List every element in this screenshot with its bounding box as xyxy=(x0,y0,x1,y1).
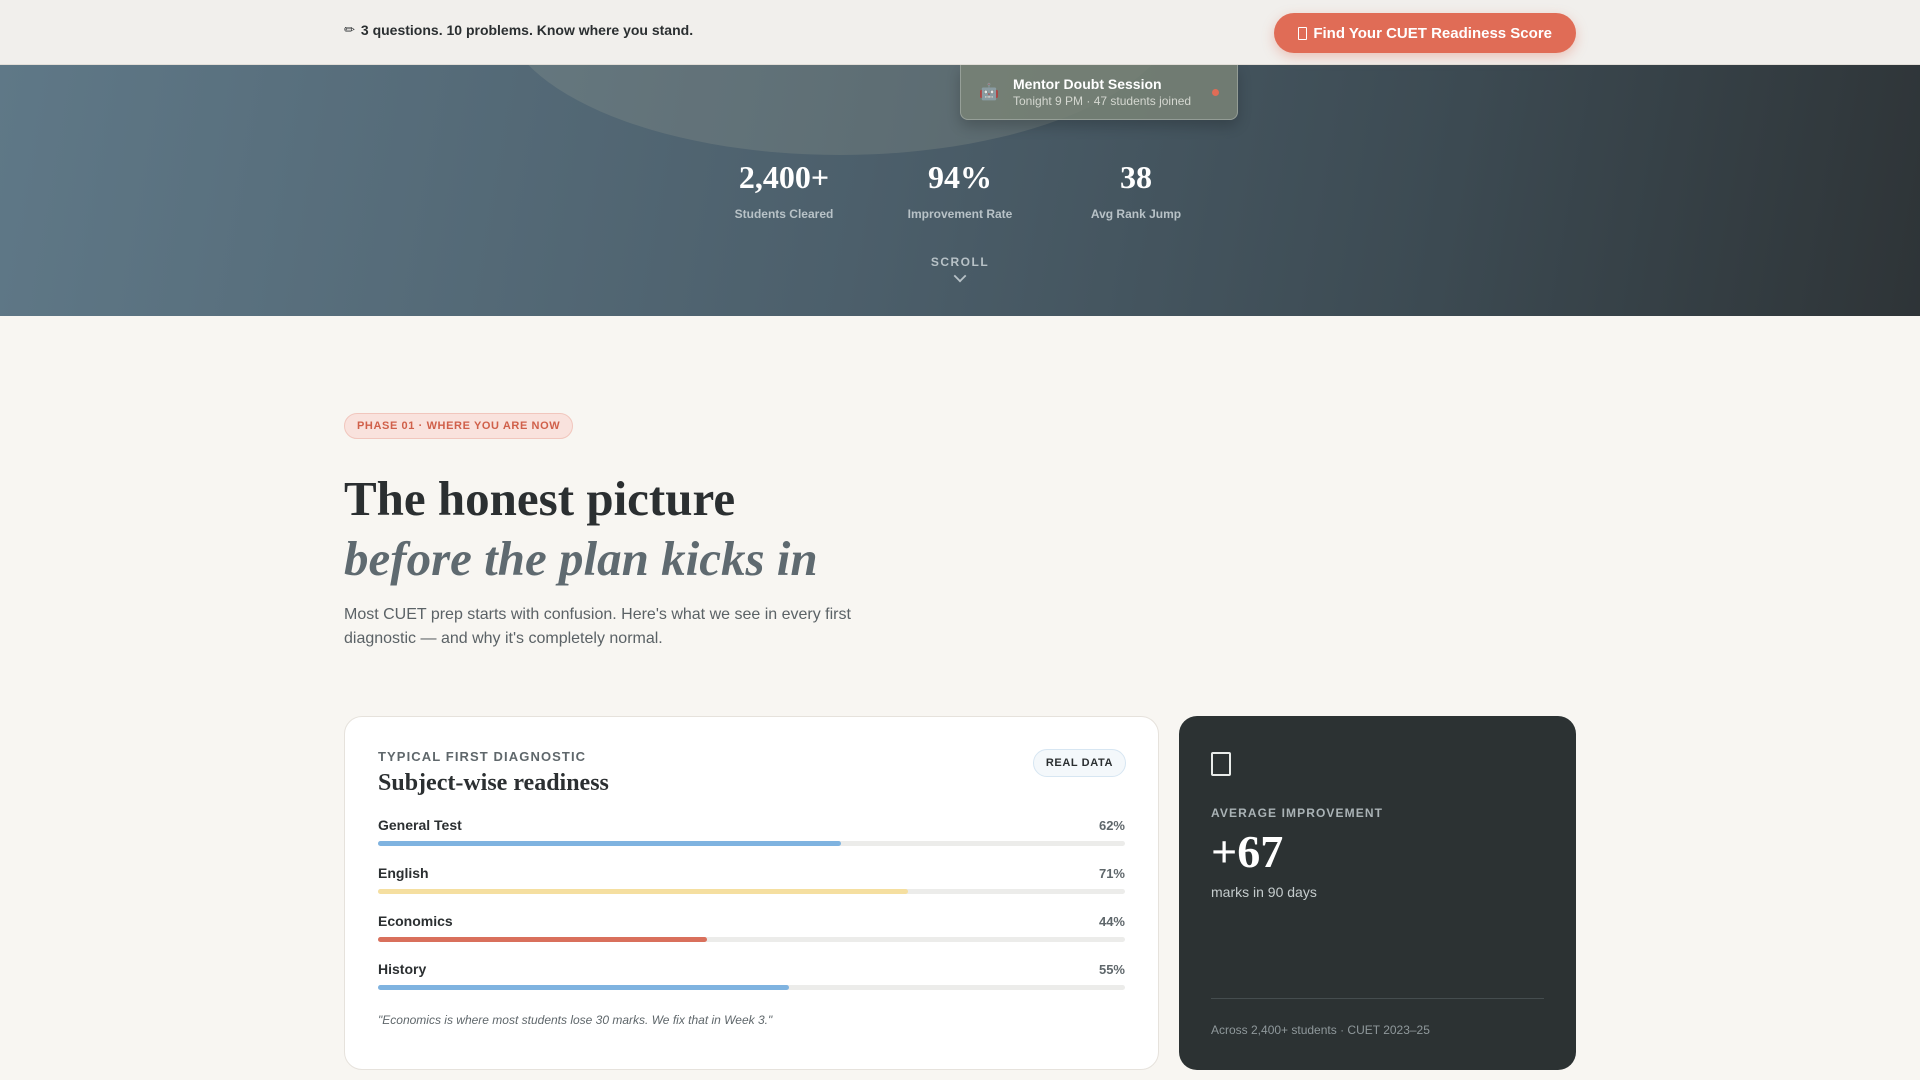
robot-icon: 🤖 xyxy=(979,84,999,101)
subject-percent: 44% xyxy=(1098,913,1125,929)
stat-label: Improvement Rate xyxy=(907,207,1013,221)
real-data-badge: REAL DATA xyxy=(1032,749,1126,777)
subject-name: History xyxy=(378,961,427,977)
stat-label: Avg Rank Jump xyxy=(1090,207,1182,221)
card-eyebrow: TYPICAL FIRST DIAGNOSTIC xyxy=(378,749,587,764)
stat-label: Students Cleared xyxy=(734,207,834,221)
progress-fill xyxy=(378,985,789,990)
subject-name: English xyxy=(378,865,429,881)
subject-readiness-card: TYPICAL FIRST DIAGNOSTIC Subject-wise re… xyxy=(344,716,1159,1070)
announcement-text: ✏ 3 questions. 10 problems. Know where y… xyxy=(344,22,693,38)
mentor-session-text: Mentor Doubt Session Tonight 9 PM · 47 s… xyxy=(1013,76,1212,109)
stat-avg-rank-jump: 38 Avg Rank Jump xyxy=(1048,159,1224,221)
progress-fill xyxy=(378,937,707,942)
mentor-session-title: Mentor Doubt Session xyxy=(1013,75,1162,92)
scroll-hint[interactable]: SCROLL xyxy=(0,255,1920,283)
stat-value: 2,400+ xyxy=(738,159,830,195)
section-intro: Most CUET prep starts with confusion. He… xyxy=(344,606,851,647)
improvement-footnote: Across 2,400+ students · CUET 2023–25 xyxy=(1211,1023,1430,1037)
section-heading: The honest picture xyxy=(344,471,736,526)
scroll-label: SCROLL xyxy=(930,255,990,269)
card-quote: "Economics is where most students lose 3… xyxy=(378,1013,773,1027)
progress-track xyxy=(378,841,1125,846)
progress-track xyxy=(378,889,1125,894)
subject-row-english: English 71% xyxy=(378,863,1125,911)
hero-section: 🤖 Mentor Doubt Session Tonight 9 PM · 47… xyxy=(0,65,1920,316)
progress-fill xyxy=(378,889,909,894)
chevron-down-icon xyxy=(953,269,967,283)
card-title: Subject-wise readiness xyxy=(378,770,609,796)
cta-label: Find Your CUET Readiness Score xyxy=(1313,24,1552,42)
subject-percent: 62% xyxy=(1098,817,1125,833)
improvement-eyebrow: AVERAGE IMPROVEMENT xyxy=(1211,806,1384,820)
improvement-value: +67 xyxy=(1211,826,1284,877)
announcement-message: 3 questions. 10 problems. Know where you… xyxy=(360,22,694,38)
improvement-subtitle: marks in 90 days xyxy=(1211,884,1317,900)
mentor-session-subtitle: Tonight 9 PM · 47 students joined xyxy=(1013,93,1192,108)
section-heading-italic: before the plan kicks in xyxy=(344,531,818,586)
subject-row-history: History 55% xyxy=(378,959,1125,1007)
subject-row-economics: Economics 44% xyxy=(378,911,1125,959)
stat-students-cleared: 2,400+ Students Cleared xyxy=(696,159,872,221)
subject-row-general-test: General Test 62% xyxy=(378,815,1125,863)
subject-name: Economics xyxy=(378,913,453,929)
stat-value: 94% xyxy=(928,159,992,195)
progress-track xyxy=(378,937,1125,942)
phase-badge: PHASE 01 · WHERE YOU ARE NOW xyxy=(344,413,574,439)
clipboard-icon xyxy=(1298,26,1308,40)
mentor-session-card[interactable]: 🤖 Mentor Doubt Session Tonight 9 PM · 47… xyxy=(960,65,1238,120)
live-indicator-dot xyxy=(1212,88,1219,96)
find-readiness-score-button[interactable]: Find Your CUET Readiness Score xyxy=(1274,13,1576,53)
average-improvement-card: AVERAGE IMPROVEMENT +67 marks in 90 days… xyxy=(1179,716,1576,1070)
pencil-icon: ✏ xyxy=(344,22,355,37)
stat-improvement-rate: 94% Improvement Rate xyxy=(872,159,1048,221)
chart-icon xyxy=(1211,752,1231,776)
subject-percent: 71% xyxy=(1098,865,1125,881)
readiness-bars: General Test 62% English 71% Economics 4… xyxy=(378,815,1125,1007)
announcement-bar: ✏ 3 questions. 10 problems. Know where y… xyxy=(0,0,1920,65)
progress-track xyxy=(378,985,1125,990)
progress-fill xyxy=(378,841,842,846)
subject-name: General Test xyxy=(378,817,462,833)
subject-percent: 55% xyxy=(1098,961,1125,977)
stat-value: 38 xyxy=(1120,159,1152,195)
stats-row: 2,400+ Students Cleared 94% Improvement … xyxy=(0,159,1920,221)
divider xyxy=(1211,998,1544,999)
